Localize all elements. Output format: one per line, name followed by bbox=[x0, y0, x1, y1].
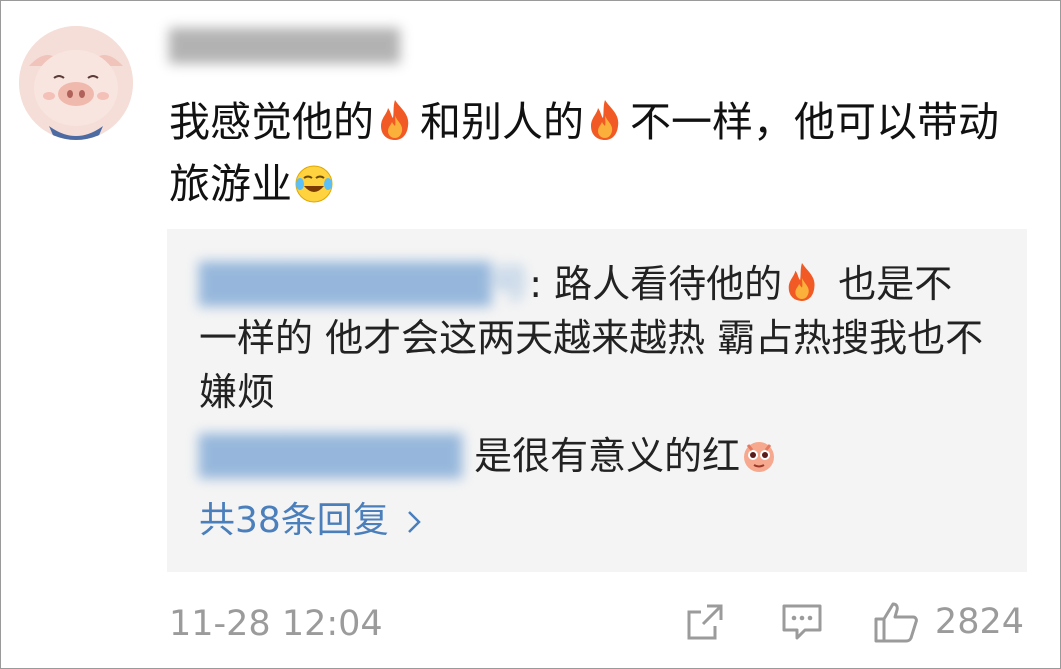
fire-emoji-icon bbox=[788, 263, 815, 301]
comment-actions: 2824 bbox=[685, 599, 1024, 645]
cute-creature-emoji-icon bbox=[744, 442, 775, 472]
fire-emoji-icon bbox=[381, 100, 409, 140]
reply-box[interactable]: ██████████号: 路人看待他的 也是不一样的 他才会这两天越来越热 霸占… bbox=[167, 229, 1027, 572]
chevron-right-icon bbox=[407, 511, 421, 533]
username[interactable]: ██████████ bbox=[169, 29, 400, 65]
comment-text: 我感觉他的 和别人的 不一样，他可以带动旅游业 bbox=[169, 91, 1039, 215]
comment-card: ██████████ 我感觉他的 和别人的 不一样，他可以带动旅游业 █████… bbox=[0, 0, 1061, 669]
timestamp: 11-28 12:04 bbox=[169, 604, 383, 644]
reply-1-text-a: : 路人看待他的 bbox=[529, 262, 783, 306]
thumbs-up-icon bbox=[874, 602, 918, 643]
fire-emoji-icon bbox=[591, 100, 619, 140]
comment-text-part-1: 我感觉他的 bbox=[169, 98, 374, 146]
reply-2: █████████ 是很有意义的红 bbox=[199, 429, 989, 483]
comment-icon bbox=[782, 604, 822, 640]
share-button[interactable] bbox=[685, 602, 725, 642]
reply-1: ██████████号: 路人看待他的 也是不一样的 他才会这两天越来越热 霸占… bbox=[199, 257, 989, 419]
reply-2-text: 是很有意义的红 bbox=[462, 434, 741, 478]
view-all-replies-link[interactable]: 共38条回复 bbox=[199, 497, 421, 545]
reply-2-username[interactable]: █████████ bbox=[199, 429, 462, 483]
laugh-cry-emoji-icon bbox=[295, 165, 333, 203]
like-count: 2824 bbox=[934, 602, 1024, 642]
reply-button[interactable] bbox=[781, 602, 823, 642]
view-all-replies-label[interactable]: 共38条回复 bbox=[199, 500, 389, 541]
like-button[interactable]: 2824 bbox=[873, 599, 1024, 645]
reply-1-username[interactable]: ██████████号 bbox=[199, 257, 529, 311]
comment-text-part-2: 和别人的 bbox=[420, 98, 584, 146]
avatar[interactable] bbox=[19, 26, 133, 140]
share-icon bbox=[687, 604, 723, 640]
